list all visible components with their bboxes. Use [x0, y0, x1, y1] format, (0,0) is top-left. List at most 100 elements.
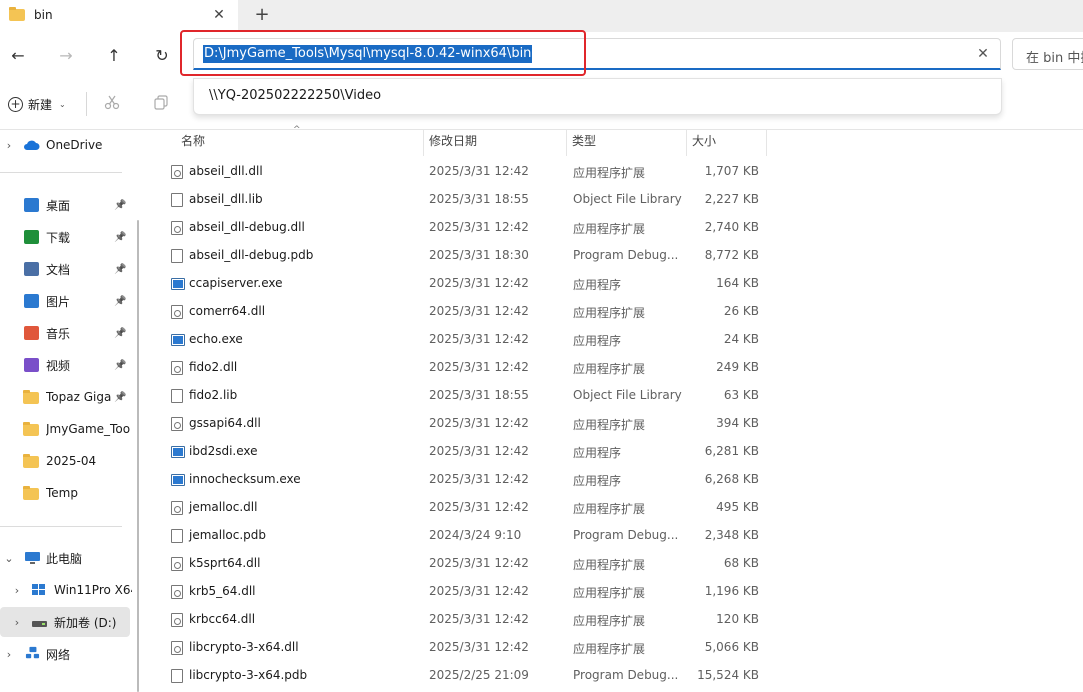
file-date: 2025/3/31 12:42	[429, 612, 529, 626]
pin-icon[interactable]: 📌	[114, 328, 126, 339]
pin-icon[interactable]: 📌	[114, 232, 126, 243]
column-size[interactable]: 大小	[686, 130, 766, 156]
pin-icon[interactable]: 📌	[114, 392, 126, 403]
suggestion-item[interactable]: \\YQ-202502222250\Video	[209, 88, 381, 103]
file-date: 2025/3/31 12:42	[429, 220, 529, 234]
file-date: 2025/3/31 12:42	[429, 444, 529, 458]
file-date: 2025/3/31 18:55	[429, 192, 529, 206]
file-type: 应用程序	[573, 334, 622, 348]
sidebar-item-quick-access[interactable]: 音乐 📌	[0, 318, 132, 348]
file-name: krbcc64.dll	[189, 612, 256, 626]
file-row[interactable]: abseil_dll.lib 2025/3/31 18:55 Object File…	[147, 186, 767, 214]
file-row[interactable]: jemalloc.pdb 2024/3/24 9:10 Program Debug.…	[147, 522, 767, 550]
file-date: 2025/3/31 12:42	[429, 500, 529, 514]
column-name[interactable]: 名称	[175, 130, 421, 156]
sidebar-item-quick-access[interactable]: 图片 📌	[0, 286, 132, 316]
file-name: libcrypto-3-x64.pdb	[189, 668, 308, 682]
file-row[interactable]: jemalloc.dll 2025/3/31 12:42 应用程序扩展 495 KB	[147, 494, 767, 522]
chevron-right-icon: ›	[14, 583, 20, 597]
file-name: jemalloc.pdb	[189, 528, 267, 542]
pin-icon[interactable]: 📌	[114, 200, 126, 211]
clear-address-icon[interactable]: ✕	[974, 45, 992, 63]
file-type: Program Debug...	[573, 668, 679, 682]
file-row[interactable]: k5sprt64.dll 2025/3/31 12:42 应用程序扩展 68 KB	[147, 550, 767, 578]
folder-icon	[23, 422, 39, 436]
sidebar-item-quick-access[interactable]: 2025-04	[0, 446, 132, 476]
file-type: 应用程序扩展	[573, 558, 646, 572]
pin-icon[interactable]: 📌	[114, 264, 126, 275]
file-name: k5sprt64.dll	[189, 556, 261, 570]
sidebar-item-this-pc[interactable]: ⌄ 此电脑	[0, 543, 132, 573]
document-icon	[24, 262, 39, 276]
search-box[interactable]: 在 bin 中搜	[1012, 38, 1083, 70]
new-button[interactable]: + 新建 ⌄	[8, 94, 66, 114]
file-type: Program Debug...	[573, 248, 679, 262]
tab-bin[interactable]: bin ✕	[0, 0, 238, 32]
column-type[interactable]: 类型	[566, 130, 686, 156]
file-row[interactable]: abseil_dll.dll 2025/3/31 12:42 应用程序扩展 1,707…	[147, 158, 767, 186]
file-row[interactable]: krb5_64.dll 2025/3/31 12:42 应用程序扩展 1,196 KB	[147, 578, 767, 606]
file-row[interactable]: fido2.dll 2025/3/31 12:42 应用程序扩展 249 KB	[147, 354, 767, 382]
sidebar-item-quick-access[interactable]: 文档 📌	[0, 254, 132, 284]
sidebar-item-quick-access[interactable]: 视频 📌	[0, 350, 132, 380]
file-date: 2025/3/31 12:42	[429, 556, 529, 570]
dll-file-icon	[171, 417, 183, 431]
back-button[interactable]: ←	[5, 42, 31, 68]
file-size: 24 KB	[723, 332, 759, 346]
sidebar-item-label: JmyGame_Too	[46, 422, 130, 436]
file-date: 2025/3/31 12:42	[429, 276, 529, 290]
file-name: krb5_64.dll	[189, 584, 256, 598]
file-row[interactable]: fido2.lib 2025/3/31 18:55 Object File Libr…	[147, 382, 767, 410]
file-row[interactable]: gssapi64.dll 2025/3/31 12:42 应用程序扩展 394 KB	[147, 410, 767, 438]
forward-button[interactable]: →	[53, 42, 79, 68]
close-tab-icon[interactable]: ✕	[210, 5, 228, 25]
pin-icon[interactable]: 📌	[114, 296, 126, 307]
sidebar-item-network[interactable]: › 网络	[0, 639, 132, 669]
file-size: 6,281 KB	[704, 444, 759, 458]
copy-icon[interactable]	[152, 94, 170, 112]
column-date[interactable]: 修改日期	[423, 130, 565, 156]
file-row[interactable]: libcrypto-3-x64.dll 2025/3/31 12:42 应用程序扩展…	[147, 634, 767, 662]
file-row[interactable]: ibd2sdi.exe 2025/3/31 12:42 应用程序 6,281 KB	[147, 438, 767, 466]
new-tab-button[interactable]: +	[250, 4, 274, 28]
sidebar-item-win11pro[interactable]: › Win11Pro X64	[0, 575, 132, 605]
picture-icon	[24, 294, 39, 308]
file-row[interactable]: libcrypto-3-x64.pdb 2025/2/25 21:09 Progra…	[147, 662, 767, 690]
file-date: 2025/3/31 12:42	[429, 164, 529, 178]
file-size: 394 KB	[716, 416, 759, 430]
address-input[interactable]: D:\JmyGame_Tools\Mysql\mysql-8.0.42-winx…	[203, 45, 533, 63]
file-row[interactable]: comerr64.dll 2025/3/31 12:42 应用程序扩展 26 KB	[147, 298, 767, 326]
file-name: innochecksum.exe	[189, 472, 301, 486]
file-type: 应用程序	[573, 474, 622, 488]
file-size: 1,196 KB	[704, 584, 759, 598]
application-icon	[171, 474, 185, 486]
dll-file-icon	[171, 165, 183, 179]
file-type: 应用程序	[573, 278, 622, 292]
sidebar-item-quick-access[interactable]: Topaz Giga 📌	[0, 382, 132, 412]
file-row[interactable]: krbcc64.dll 2025/3/31 12:42 应用程序扩展 120 KB	[147, 606, 767, 634]
sidebar-item-label: Temp	[46, 486, 78, 500]
pin-icon[interactable]: 📌	[114, 360, 126, 371]
file-row[interactable]: echo.exe 2025/3/31 12:42 应用程序 24 KB	[147, 326, 767, 354]
download-icon	[24, 230, 39, 244]
file-row[interactable]: abseil_dll-debug.dll 2025/3/31 12:42 应用程序扩…	[147, 214, 767, 242]
sidebar-item-quick-access[interactable]: 桌面 📌	[0, 190, 132, 220]
refresh-button[interactable]: ↻	[149, 42, 175, 68]
scissors-icon[interactable]	[103, 94, 121, 112]
file-row[interactable]: innochecksum.exe 2025/3/31 12:42 应用程序 6,268…	[147, 466, 767, 494]
search-input[interactable]: 在 bin 中搜	[1026, 47, 1083, 66]
sidebar-item-quick-access[interactable]: Temp	[0, 478, 132, 508]
sidebar-item-quick-access[interactable]: JmyGame_Too	[0, 414, 132, 444]
file-name: abseil_dll-debug.pdb	[189, 248, 314, 262]
file-row[interactable]: abseil_dll-debug.pdb 2025/3/31 18:30 Progr…	[147, 242, 767, 270]
file-type: Object File Library	[573, 388, 682, 402]
address-bar[interactable]: D:\JmyGame_Tools\Mysql\mysql-8.0.42-winx…	[193, 38, 1001, 70]
sidebar-item-quick-access[interactable]: 下载 📌	[0, 222, 132, 252]
up-button[interactable]: ↑	[101, 42, 127, 68]
sidebar-item-onedrive[interactable]: › OneDrive	[0, 130, 132, 160]
sidebar-item-drive-d[interactable]: › 新加卷 (D:)	[0, 607, 130, 637]
file-date: 2025/3/31 18:55	[429, 388, 529, 402]
file-row[interactable]: ccapiserver.exe 2025/3/31 12:42 应用程序 164 KB	[147, 270, 767, 298]
sidebar-scrollbar[interactable]	[137, 220, 139, 692]
navigation-pane: › OneDrive 桌面 📌 下载 📌 文档 📌 图片 📌 音乐 📌 视频 📌 Topaz Giga 📌…	[0, 130, 139, 692]
